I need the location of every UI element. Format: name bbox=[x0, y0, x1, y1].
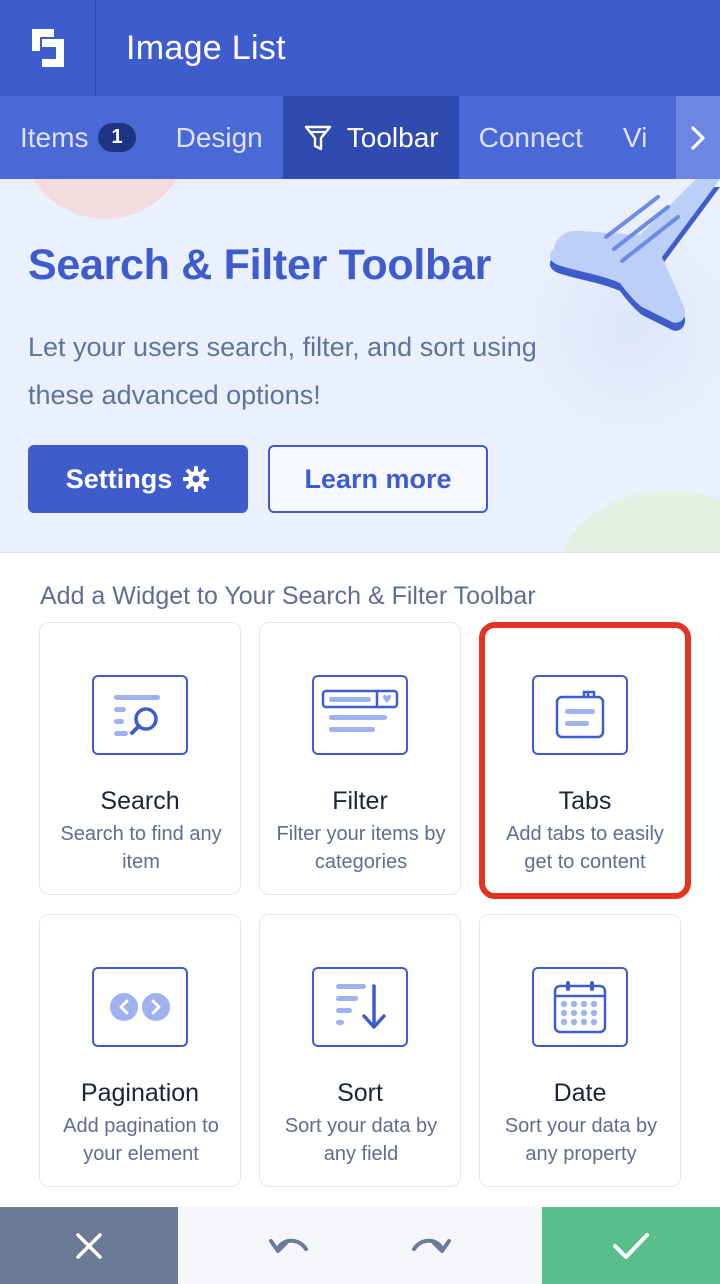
hero-banner: Search & Filter Toolbar Let your users s… bbox=[0, 179, 720, 553]
undo-button[interactable] bbox=[268, 1231, 310, 1261]
gear-icon bbox=[183, 466, 210, 492]
widgets-section-title: Add a Widget to Your Search & Filter Too… bbox=[40, 582, 536, 610]
widget-card-tabs[interactable]: Tabs Add tabs to easily get to content bbox=[479, 622, 691, 899]
widget-description: Add pagination to your element bbox=[63, 1115, 219, 1165]
settings-button-label: Settings bbox=[65, 463, 173, 494]
settings-button[interactable]: Settings bbox=[28, 445, 248, 513]
tab-toolbar[interactable]: Toolbar bbox=[282, 96, 459, 179]
widget-title: Date bbox=[553, 1079, 607, 1107]
cancel-button[interactable] bbox=[0, 1207, 178, 1284]
tab-bar: Items 1 Design Toolbar Connect Vi bbox=[0, 96, 720, 179]
redo-icon bbox=[412, 1238, 451, 1253]
decorative-blob bbox=[20, 179, 190, 219]
widget-card-pagination[interactable]: Pagination Add pagination to your elemen… bbox=[39, 914, 241, 1187]
tabs-icon bbox=[532, 675, 628, 755]
widget-card-date[interactable]: Date Sort your data by any property bbox=[479, 914, 681, 1187]
widget-description: Search to find any item bbox=[60, 823, 222, 873]
tab-vi-label: Vi bbox=[622, 121, 648, 153]
filter-icon bbox=[303, 123, 333, 153]
decorative-blob bbox=[560, 491, 720, 552]
redo-button[interactable] bbox=[410, 1231, 452, 1261]
sort-icon bbox=[312, 967, 408, 1047]
widget-title: Sort bbox=[337, 1079, 383, 1107]
chevron-right-icon bbox=[691, 125, 705, 150]
widget-description: Filter your items by categories bbox=[276, 823, 446, 873]
tab-items-label: Items bbox=[20, 121, 89, 153]
widget-description: Sort your data by any property bbox=[504, 1115, 658, 1165]
items-count-badge: 1 bbox=[98, 123, 136, 152]
confirm-button[interactable] bbox=[542, 1207, 720, 1284]
app-logo-icon bbox=[0, 0, 96, 96]
widget-title: Filter bbox=[332, 787, 388, 815]
widget-description: Sort your data by any field bbox=[284, 1115, 438, 1165]
hero-description: Let your users search, filter, and sort … bbox=[28, 332, 537, 410]
check-icon bbox=[613, 1232, 649, 1259]
tab-vi[interactable]: Vi bbox=[603, 96, 667, 179]
widget-title: Pagination bbox=[80, 1079, 200, 1107]
widget-card-sort[interactable]: Sort Sort your data by any field bbox=[259, 914, 461, 1187]
widget-title: Tabs bbox=[558, 787, 612, 815]
close-icon bbox=[76, 1232, 102, 1259]
undo-icon bbox=[269, 1238, 308, 1253]
app-title: Image List bbox=[126, 28, 286, 67]
tab-connect[interactable]: Connect bbox=[459, 96, 603, 179]
widget-card-filter[interactable]: Filter Filter your items by categories bbox=[259, 622, 461, 895]
pagination-icon bbox=[92, 967, 188, 1047]
search-icon bbox=[92, 675, 188, 755]
history-controls bbox=[178, 1207, 542, 1284]
app-header: Image List bbox=[0, 0, 720, 96]
widget-description: Add tabs to easily get to content bbox=[506, 823, 664, 873]
learn-more-button[interactable]: Learn more bbox=[268, 445, 488, 513]
filter-widget-icon bbox=[312, 675, 408, 755]
tab-connect-label: Connect bbox=[478, 121, 583, 153]
tab-toolbar-label: Toolbar bbox=[346, 121, 439, 153]
tab-design[interactable]: Design bbox=[156, 96, 283, 179]
widget-card-search[interactable]: Search Search to find any item bbox=[39, 622, 241, 895]
tab-design-label: Design bbox=[175, 121, 263, 153]
calendar-icon bbox=[532, 967, 628, 1047]
tab-items[interactable]: Items 1 bbox=[0, 96, 156, 179]
hero-title: Search & Filter Toolbar bbox=[28, 241, 492, 289]
tabs-next-button[interactable] bbox=[676, 96, 720, 179]
widget-title: Search bbox=[100, 787, 180, 815]
bottom-action-bar bbox=[0, 1207, 720, 1284]
